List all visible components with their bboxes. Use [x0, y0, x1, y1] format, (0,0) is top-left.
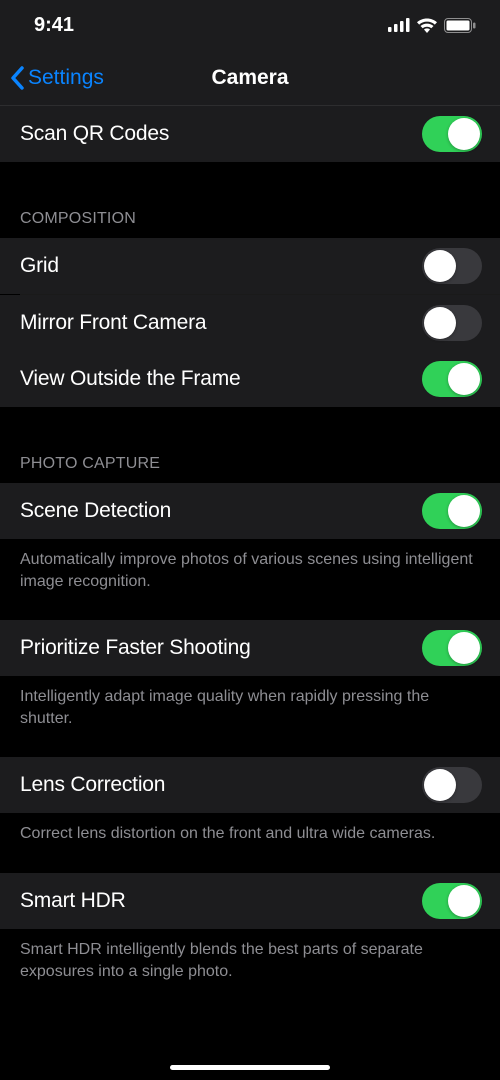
- row-label: Grid: [20, 254, 59, 278]
- toggle-smart-hdr[interactable]: [422, 883, 482, 919]
- toggle-knob: [424, 769, 456, 801]
- toggle-knob: [448, 885, 480, 917]
- row-label: Prioritize Faster Shooting: [20, 636, 251, 660]
- section-gap: [0, 162, 500, 202]
- caption-smart-hdr: Smart HDR intelligently blends the best …: [0, 929, 500, 982]
- toggle-knob: [448, 632, 480, 664]
- row-label: Scene Detection: [20, 499, 171, 523]
- caption-faster-shooting: Intelligently adapt image quality when r…: [0, 676, 500, 729]
- toggle-knob: [424, 307, 456, 339]
- section-header-photo-capture: PHOTO CAPTURE: [0, 447, 500, 483]
- battery-icon: [444, 18, 476, 33]
- row-label: Mirror Front Camera: [20, 311, 206, 335]
- row-smart-hdr: Smart HDR: [0, 873, 500, 929]
- toggle-mirror-front-camera[interactable]: [422, 305, 482, 341]
- row-scene-detection: Scene Detection: [0, 483, 500, 539]
- row-lens-correction: Lens Correction: [0, 757, 500, 813]
- row-scan-qr-codes: Scan QR Codes: [0, 106, 500, 162]
- row-label: Smart HDR: [20, 889, 126, 913]
- caption-container: Correct lens distortion on the front and…: [0, 813, 500, 873]
- row-label: View Outside the Frame: [20, 367, 240, 391]
- toggle-knob: [448, 363, 480, 395]
- toggle-scan-qr-codes[interactable]: [422, 116, 482, 152]
- status-icons: [388, 17, 476, 33]
- toggle-lens-correction[interactable]: [422, 767, 482, 803]
- settings-list[interactable]: Scan QR Codes COMPOSITION Grid Mirror Fr…: [0, 106, 500, 1010]
- back-button[interactable]: Settings: [10, 66, 104, 90]
- caption-container: Smart HDR intelligently blends the best …: [0, 929, 500, 1010]
- caption-lens-correction: Correct lens distortion on the front and…: [0, 813, 500, 845]
- status-bar: 9:41: [0, 0, 500, 50]
- toggle-grid[interactable]: [422, 248, 482, 284]
- nav-bar: Settings Camera: [0, 50, 500, 106]
- wifi-icon: [416, 17, 438, 33]
- chevron-left-icon: [10, 66, 24, 90]
- back-label: Settings: [28, 66, 104, 90]
- row-view-outside-the-frame: View Outside the Frame: [0, 351, 500, 407]
- row-mirror-front-camera: Mirror Front Camera: [0, 295, 500, 351]
- status-time: 9:41: [34, 14, 74, 37]
- section-gap: [0, 407, 500, 447]
- caption-container: Automatically improve photos of various …: [0, 539, 500, 620]
- section-header-composition: COMPOSITION: [0, 202, 500, 238]
- caption-container: Intelligently adapt image quality when r…: [0, 676, 500, 757]
- cellular-icon: [388, 18, 410, 32]
- row-label: Lens Correction: [20, 773, 165, 797]
- toggle-knob: [424, 250, 456, 282]
- toggle-scene-detection[interactable]: [422, 493, 482, 529]
- toggle-knob: [448, 495, 480, 527]
- row-prioritize-faster-shooting: Prioritize Faster Shooting: [0, 620, 500, 676]
- home-indicator[interactable]: [170, 1065, 330, 1070]
- row-grid: Grid: [0, 238, 500, 294]
- toggle-knob: [448, 118, 480, 150]
- toggle-view-outside-the-frame[interactable]: [422, 361, 482, 397]
- toggle-prioritize-faster-shooting[interactable]: [422, 630, 482, 666]
- caption-scene-detection: Automatically improve photos of various …: [0, 539, 500, 592]
- row-label: Scan QR Codes: [20, 122, 169, 146]
